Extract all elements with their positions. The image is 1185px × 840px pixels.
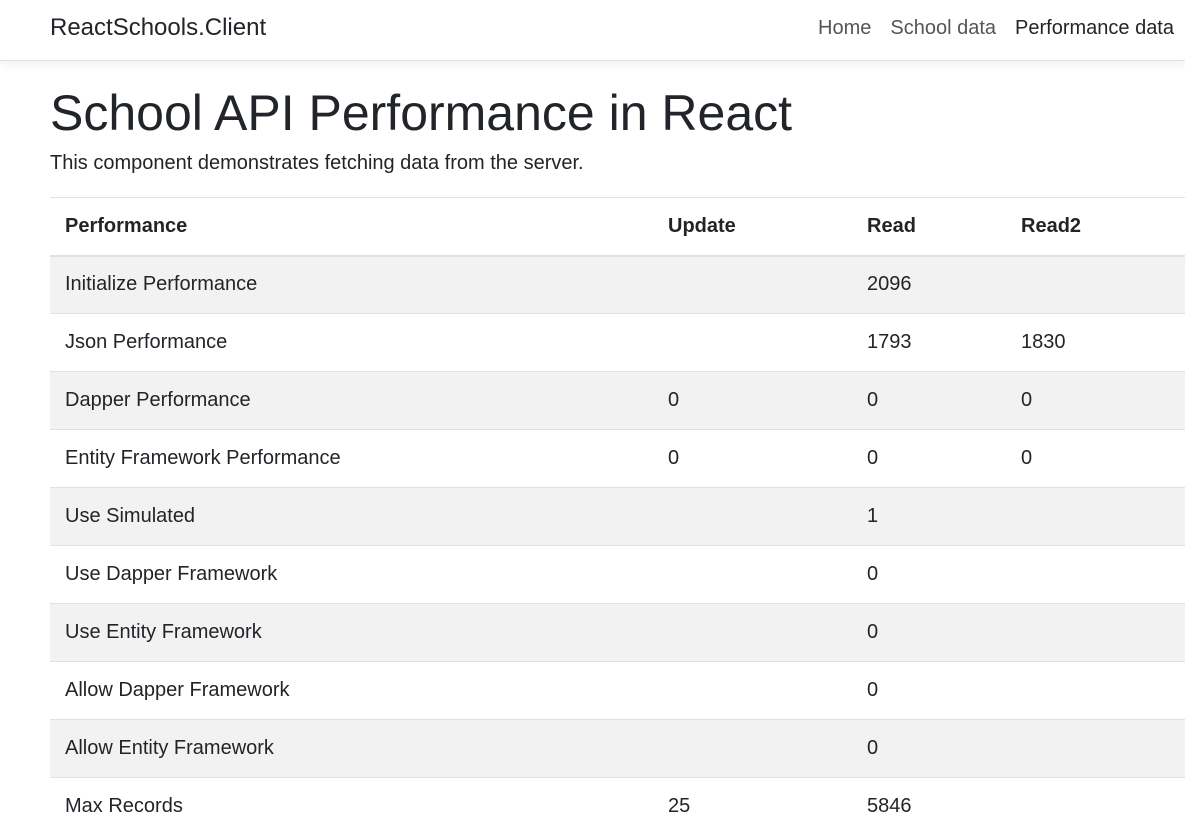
brand-link[interactable]: ReactSchools.Client (50, 14, 266, 42)
cell-update: 25 (653, 777, 852, 836)
cell-read2 (1006, 661, 1185, 720)
header-row: Performance Update Read Read2 (50, 197, 1185, 257)
cell-performance: Max Records (50, 777, 653, 836)
cell-read2 (1006, 487, 1185, 546)
table-body: Initialize Performance 2096 Json Perform… (50, 255, 1185, 836)
table-row: Max Records 25 5846 (50, 777, 1185, 836)
cell-read: 5846 (852, 777, 1006, 836)
cell-performance: Json Performance (50, 313, 653, 372)
cell-read: 0 (852, 429, 1006, 488)
cell-read2 (1006, 545, 1185, 604)
navbar: ReactSchools.Client Home School data Per… (0, 0, 1185, 61)
cell-update (653, 255, 852, 314)
cell-performance: Entity Framework Performance (50, 429, 653, 488)
page-description: This component demonstrates fetching dat… (50, 152, 584, 174)
cell-read2: 0 (1006, 371, 1185, 430)
cell-read2: 0 (1006, 429, 1185, 488)
cell-performance: Allow Entity Framework (50, 719, 653, 778)
header-read: Read (852, 197, 1006, 257)
cell-read: 0 (852, 545, 1006, 604)
table-row: Use Simulated 1 (50, 487, 1185, 546)
table-row: Use Entity Framework 0 (50, 603, 1185, 662)
cell-update (653, 487, 852, 546)
cell-performance: Allow Dapper Framework (50, 661, 653, 720)
header-read2: Read2 (1006, 197, 1185, 257)
table-row: Initialize Performance 2096 (50, 255, 1185, 314)
cell-update (653, 661, 852, 720)
cell-update (653, 719, 852, 778)
cell-update: 0 (653, 371, 852, 430)
nav-links: Home School data Performance data (799, 16, 1174, 40)
header-update: Update (653, 197, 852, 257)
cell-read: 0 (852, 371, 1006, 430)
cell-read2: 1830 (1006, 313, 1185, 372)
cell-performance: Use Simulated (50, 487, 653, 546)
table-row: Dapper Performance 0 0 0 (50, 371, 1185, 430)
cell-performance: Initialize Performance (50, 255, 653, 314)
cell-update (653, 545, 852, 604)
cell-read: 1793 (852, 313, 1006, 372)
table-row: Allow Dapper Framework 0 (50, 661, 1185, 720)
performance-table: Performance Update Read Read2 Initialize… (50, 197, 1185, 836)
nav-link-home[interactable]: Home (818, 16, 871, 40)
cell-read2 (1006, 603, 1185, 662)
header-performance: Performance (50, 197, 653, 257)
cell-performance: Dapper Performance (50, 371, 653, 430)
table-row: Json Performance 1793 1830 (50, 313, 1185, 372)
cell-update (653, 313, 852, 372)
table-row: Use Dapper Framework 0 (50, 545, 1185, 604)
cell-read2 (1006, 719, 1185, 778)
cell-read2 (1006, 777, 1185, 836)
nav-link-school-data[interactable]: School data (890, 16, 996, 40)
cell-read: 0 (852, 661, 1006, 720)
cell-read: 1 (852, 487, 1006, 546)
cell-performance: Use Dapper Framework (50, 545, 653, 604)
page-title: School API Performance in React (50, 85, 793, 141)
cell-read2 (1006, 255, 1185, 314)
table-header: Performance Update Read Read2 (50, 197, 1185, 257)
cell-read: 0 (852, 719, 1006, 778)
cell-update: 0 (653, 429, 852, 488)
cell-read: 2096 (852, 255, 1006, 314)
nav-link-performance-data[interactable]: Performance data (1015, 16, 1174, 40)
table-row: Allow Entity Framework 0 (50, 719, 1185, 778)
table-row: Entity Framework Performance 0 0 0 (50, 429, 1185, 488)
cell-performance: Use Entity Framework (50, 603, 653, 662)
cell-update (653, 603, 852, 662)
cell-read: 0 (852, 603, 1006, 662)
